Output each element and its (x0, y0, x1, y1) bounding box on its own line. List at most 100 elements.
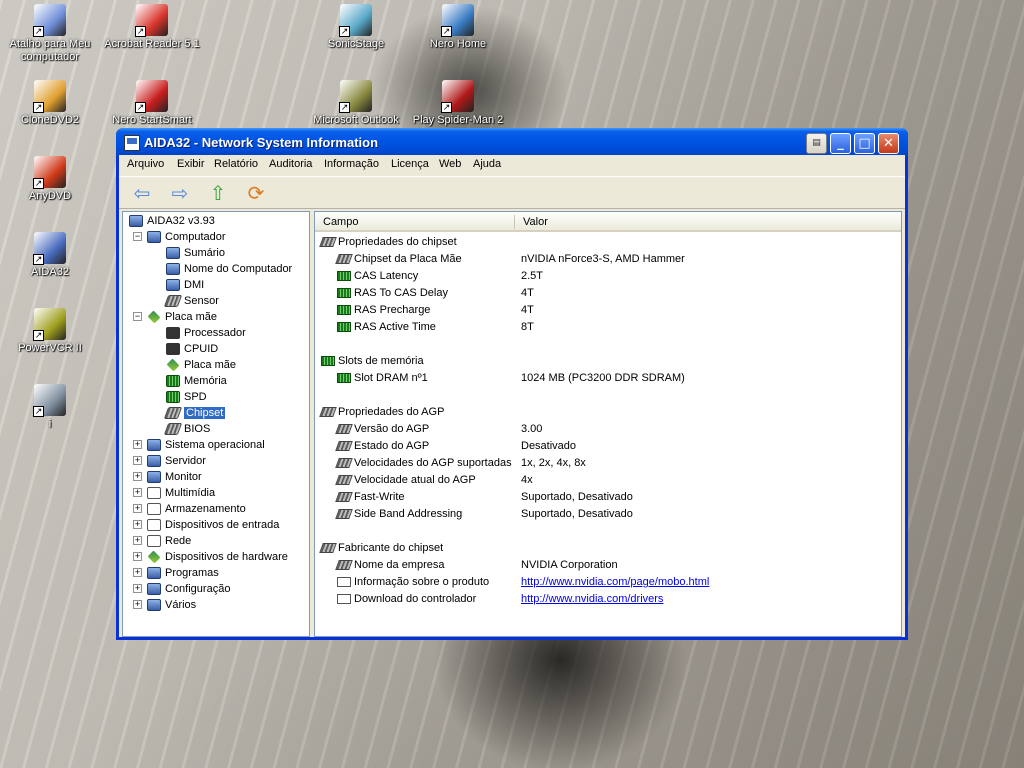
section-title: Fabricante do chipset (338, 542, 444, 554)
navigation-tree[interactable]: AIDA32 v3.93− Computador Sumário Nome do Co… (122, 211, 310, 637)
expand-toggle[interactable]: + (133, 536, 142, 545)
tree-item[interactable]: Sumário (166, 245, 225, 261)
table-row[interactable]: Velocidades do AGP suportadas 1x, 2x, 4x,… (315, 455, 901, 472)
tree-item[interactable]: SPD (166, 389, 207, 405)
expand-toggle[interactable]: + (133, 472, 142, 481)
desktop-shortcut[interactable]: ↗ CloneDVD2 (2, 80, 98, 127)
table-row[interactable]: RAS To CAS Delay 4T (315, 285, 901, 302)
expand-toggle[interactable]: + (133, 504, 142, 513)
tree-item-icon (163, 423, 183, 436)
table-row[interactable]: Download do controlador http://www.nvidia… (315, 591, 901, 608)
desktop-shortcut[interactable]: ↗ Nero Home (410, 4, 506, 51)
table-row[interactable]: CAS Latency 2.5T (315, 268, 901, 285)
table-row[interactable]: RAS Precharge 4T (315, 302, 901, 319)
forward-icon[interactable]: ⇨ (167, 182, 193, 206)
tree-item[interactable]: Processador (166, 325, 246, 341)
expand-toggle[interactable]: + (133, 456, 142, 465)
section-header[interactable]: Propriedades do AGP (315, 404, 901, 421)
column-header-field[interactable]: Campo (323, 216, 358, 228)
section-header[interactable]: Slots de memória (315, 353, 901, 370)
desktop-shortcut[interactable]: ↗ PowerVCR II (2, 308, 98, 355)
minimize-button[interactable]: _ (830, 133, 851, 154)
menu-item[interactable]: Web (439, 158, 461, 170)
desktop-shortcut[interactable]: ↗ Play Spider-Man 2 (410, 80, 506, 127)
maximize-button[interactable]: □ (854, 133, 875, 154)
tree-item[interactable]: Dispositivos de entrada (147, 517, 279, 533)
menu-item[interactable]: Arquivo (127, 158, 164, 170)
desktop-shortcut[interactable]: ↗ AIDA32 (2, 232, 98, 279)
table-row[interactable]: Velocidade atual do AGP 4x (315, 472, 901, 489)
column-header-value[interactable]: Valor (523, 216, 548, 228)
expand-toggle[interactable]: + (133, 568, 142, 577)
desktop-shortcut-label: Nero Home (429, 38, 487, 50)
back-icon[interactable]: ⇦ (129, 182, 155, 206)
expand-toggle[interactable]: + (133, 600, 142, 609)
tree-item-icon (166, 343, 180, 356)
collapse-toggle[interactable]: − (133, 312, 142, 321)
refresh-icon[interactable]: ⟳ (243, 182, 269, 206)
tree-item[interactable]: Chipset (163, 405, 226, 421)
tree-item[interactable]: Armazenamento (147, 501, 246, 517)
up-icon[interactable]: ⇧ (205, 182, 231, 206)
expand-toggle[interactable]: + (133, 552, 142, 561)
section-icon (319, 543, 337, 554)
tree-item[interactable]: Vários (147, 597, 196, 613)
expand-toggle[interactable]: + (133, 488, 142, 497)
tree-item[interactable]: CPUID (166, 341, 218, 357)
desktop-shortcut[interactable]: ↗ Microsoft Outlook (308, 80, 404, 127)
desktop-shortcut[interactable]: ↗ i (2, 384, 98, 431)
table-row[interactable]: Side Band Addressing Suportado, Desativad… (315, 506, 901, 523)
close-button[interactable]: ✕ (878, 133, 899, 154)
tree-item[interactable]: Memória (166, 373, 227, 389)
table-row[interactable]: Informação sobre o produto http://www.nvi… (315, 574, 901, 591)
desktop-shortcut[interactable]: ↗ SonicStage (308, 4, 404, 51)
tree-item[interactable]: Computador (147, 229, 226, 245)
tree-item-icon (166, 327, 180, 340)
tree-item[interactable]: Sensor (163, 293, 219, 309)
menu-item[interactable]: Relatório (214, 158, 258, 170)
tree-item[interactable]: Rede (147, 533, 191, 549)
generic-app-icon: ↗ (33, 384, 66, 417)
menu-item[interactable]: Ajuda (473, 158, 501, 170)
collapse-toggle[interactable]: − (133, 232, 142, 241)
tree-item[interactable]: DMI (166, 277, 204, 293)
menu-item[interactable]: Auditoria (269, 158, 312, 170)
menu-item[interactable]: Informação (324, 158, 379, 170)
tree-item[interactable]: BIOS (163, 421, 210, 437)
tree-item[interactable]: Servidor (147, 453, 206, 469)
system-menu-button[interactable]: ▤ (806, 133, 827, 154)
table-row[interactable]: Nome da empresa NVIDIA Corporation (315, 557, 901, 574)
desktop-shortcut[interactable]: ↗ Atalho para Meu computador (2, 4, 98, 64)
menu-item[interactable]: Exibir (177, 158, 205, 170)
tree-item[interactable]: Configuração (147, 581, 230, 597)
table-row[interactable]: Estado do AGP Desativado (315, 438, 901, 455)
value-link[interactable]: http://www.nvidia.com/page/mobo.html (521, 574, 709, 591)
tree-item-label: Sumário (184, 247, 225, 259)
desktop-shortcut[interactable]: ↗ Nero StartSmart (104, 80, 200, 127)
tree-item[interactable]: Nome do Computador (166, 261, 292, 277)
tree-item[interactable]: Programas (147, 565, 219, 581)
tree-item[interactable]: Placa mãe (147, 309, 217, 325)
tree-item[interactable]: Sistema operacional (147, 437, 265, 453)
expand-toggle[interactable]: + (133, 520, 142, 529)
tree-item[interactable]: Dispositivos de hardware (147, 549, 288, 565)
desktop-shortcut[interactable]: ↗ AnyDVD (2, 156, 98, 203)
expand-toggle[interactable]: + (133, 584, 142, 593)
section-header[interactable]: Propriedades do chipset (315, 234, 901, 251)
column-separator[interactable] (514, 215, 515, 229)
title-bar[interactable]: AIDA32 - Network System Information ▤ _ … (116, 128, 908, 158)
tree-item[interactable]: Monitor (147, 469, 202, 485)
tree-item[interactable]: Multimídia (147, 485, 215, 501)
section-header[interactable]: Fabricante do chipset (315, 540, 901, 557)
table-row[interactable]: Chipset da Placa Mãe nVIDIA nForce3-S, AM… (315, 251, 901, 268)
desktop-shortcut[interactable]: ↗ Acrobat Reader 5.1 (104, 4, 200, 51)
table-row[interactable]: Fast-Write Suportado, Desativado (315, 489, 901, 506)
table-row[interactable]: Slot DRAM nº1 1024 MB (PC3200 DDR SDRAM) (315, 370, 901, 387)
table-row[interactable]: RAS Active Time 8T (315, 319, 901, 336)
value-link[interactable]: http://www.nvidia.com/drivers (521, 591, 663, 608)
tree-item[interactable]: Placa mãe (166, 357, 236, 373)
table-row[interactable]: Versão do AGP 3.00 (315, 421, 901, 438)
expand-toggle[interactable]: + (133, 440, 142, 449)
tree-root[interactable]: AIDA32 v3.93 (129, 213, 215, 229)
menu-item[interactable]: Licença (391, 158, 429, 170)
